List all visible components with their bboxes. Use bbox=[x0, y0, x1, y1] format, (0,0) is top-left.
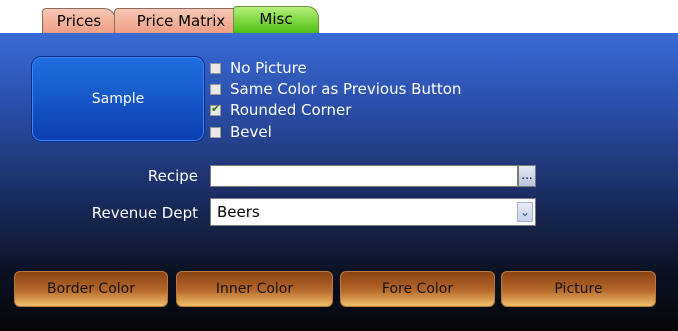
checkbox-rounded-corner[interactable]: Rounded Corner bbox=[210, 100, 351, 120]
checkbox-label: Same Color as Previous Button bbox=[230, 80, 462, 98]
button-label: Border Color bbox=[47, 281, 135, 297]
checkbox-box[interactable] bbox=[210, 126, 221, 138]
inner-color-button[interactable]: Inner Color bbox=[176, 271, 333, 307]
checkbox-box[interactable] bbox=[210, 62, 221, 74]
chevron-down-icon[interactable]: ⌄ bbox=[517, 202, 533, 222]
picture-button[interactable]: Picture bbox=[501, 271, 656, 307]
revenue-dept-select[interactable]: Beers ⌄ bbox=[210, 198, 536, 226]
tab-bar: Prices Price Matrix Misc bbox=[0, 0, 678, 33]
button-label: Fore Color bbox=[381, 281, 454, 297]
tab-prices[interactable]: Prices bbox=[42, 8, 116, 33]
recipe-browse-button[interactable]: ... bbox=[518, 165, 536, 187]
tab-price-matrix[interactable]: Price Matrix bbox=[114, 8, 248, 33]
button-label: Picture bbox=[554, 281, 603, 297]
tab-misc[interactable]: Misc bbox=[233, 6, 319, 33]
sample-button[interactable]: Sample bbox=[31, 56, 205, 142]
checkbox-box[interactable] bbox=[210, 83, 221, 95]
checkbox-label: No Picture bbox=[230, 59, 307, 77]
recipe-label: Recipe bbox=[147, 167, 198, 185]
button-label: Inner Color bbox=[215, 281, 294, 297]
sample-button-label: Sample bbox=[91, 91, 145, 107]
checkbox-same-color[interactable]: Same Color as Previous Button bbox=[210, 79, 461, 99]
checkbox-bevel[interactable]: Bevel bbox=[210, 122, 272, 142]
revenue-dept-label: Revenue Dept bbox=[91, 204, 198, 222]
border-color-button[interactable]: Border Color bbox=[14, 271, 168, 307]
checkbox-label: Bevel bbox=[230, 123, 272, 141]
checkbox-box-checked[interactable] bbox=[210, 102, 221, 116]
recipe-input[interactable] bbox=[210, 165, 518, 187]
checkbox-no-picture[interactable]: No Picture bbox=[210, 58, 307, 78]
revenue-dept-value: Beers bbox=[217, 203, 260, 221]
fore-color-button[interactable]: Fore Color bbox=[340, 271, 495, 307]
checkbox-label: Rounded Corner bbox=[230, 101, 352, 119]
